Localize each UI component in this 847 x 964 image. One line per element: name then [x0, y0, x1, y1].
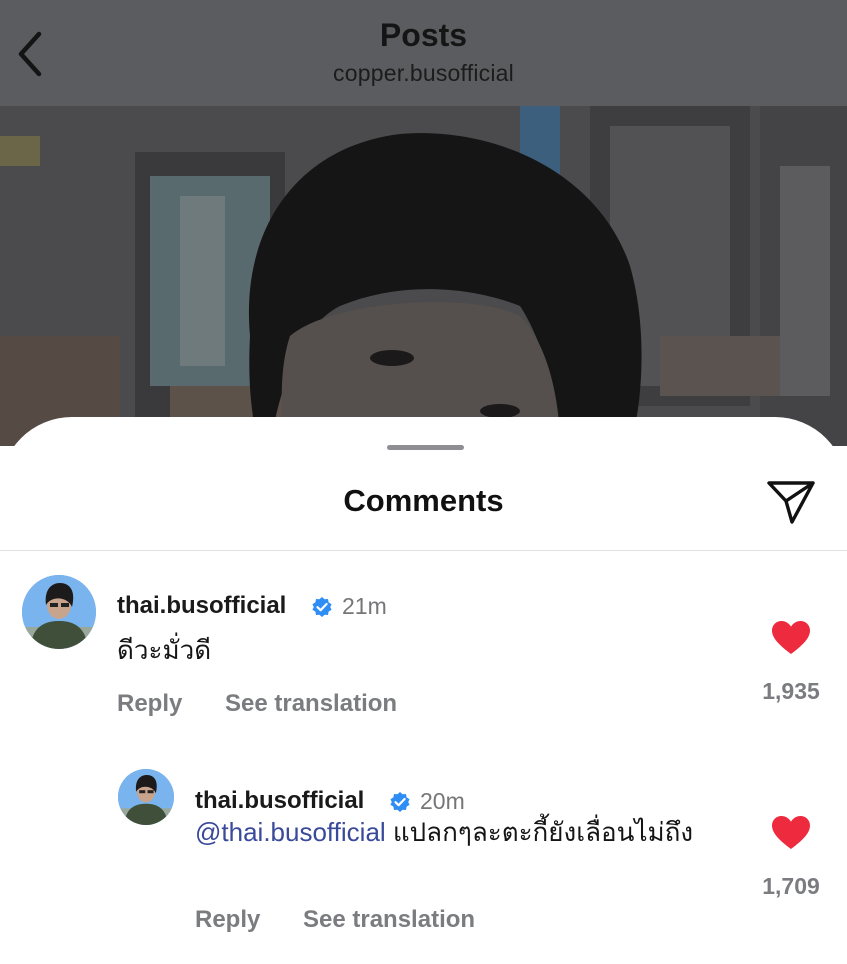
- reply-comment-item: thai.busofficial 20m @thai.busofficial แ…: [0, 767, 847, 947]
- reply-button[interactable]: Reply: [195, 906, 260, 934]
- see-translation-button[interactable]: See translation: [225, 690, 397, 718]
- comment-body: แปลกๆละตะกี้ยังเลื่อนไม่ถึง: [385, 817, 694, 847]
- paper-plane-icon: [767, 481, 815, 524]
- post-photo: [0, 106, 847, 446]
- verified-badge-icon: [390, 792, 410, 812]
- comment-text: @thai.busofficial แปลกๆละตะกี้ยังเลื่อนไ…: [195, 813, 715, 851]
- reply-button[interactable]: Reply: [117, 690, 182, 718]
- page-subtitle-username[interactable]: copper.busofficial: [0, 60, 847, 87]
- heart-filled-icon: [772, 621, 810, 654]
- comment-item: thai.busofficial 21m ดีวะมั่วดี Reply Se…: [0, 572, 847, 732]
- sheet-title: Comments: [343, 483, 504, 518]
- comment-username[interactable]: thai.busofficial: [117, 592, 286, 620]
- comments-sheet: Comments thai.busofficial 21m ดีวะมั่วดี: [0, 417, 847, 964]
- mention-link[interactable]: @thai.busofficial: [195, 817, 386, 847]
- top-navigation-bar: Posts copper.busofficial: [0, 0, 847, 106]
- verified-badge-icon: [312, 597, 332, 617]
- like-count: 1,709: [762, 873, 820, 899]
- like-button[interactable]: [771, 620, 811, 656]
- sheet-divider: [0, 550, 847, 551]
- like-count: 1,935: [762, 678, 820, 704]
- page-title: Posts: [379, 17, 468, 53]
- comment-username[interactable]: thai.busofficial: [195, 787, 364, 815]
- avatar[interactable]: [22, 575, 96, 649]
- comment-timestamp: 21m: [342, 593, 387, 619]
- like-button[interactable]: [771, 815, 811, 851]
- share-button[interactable]: [765, 474, 817, 526]
- heart-filled-icon: [772, 816, 810, 849]
- comment-timestamp: 20m: [420, 788, 465, 814]
- avatar[interactable]: [118, 769, 174, 825]
- comment-text: ดีวะมั่วดี: [117, 635, 212, 665]
- sheet-grabber-handle[interactable]: [387, 445, 464, 450]
- see-translation-button[interactable]: See translation: [303, 906, 475, 934]
